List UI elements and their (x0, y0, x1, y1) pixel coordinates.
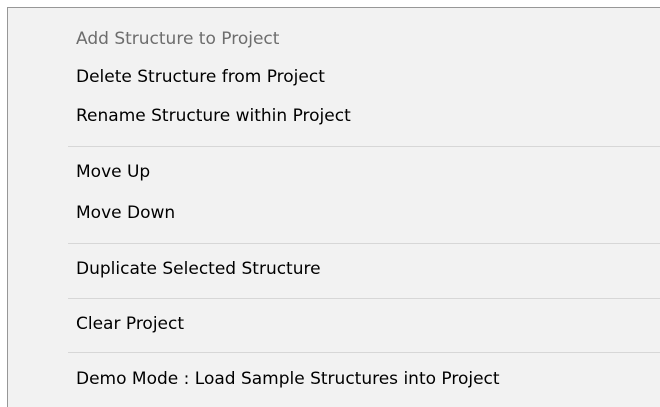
menu-item-clear-project[interactable]: Clear Project (76, 308, 184, 340)
menu-separator (68, 298, 660, 299)
menu-separator (68, 352, 660, 353)
menu-item-move-up[interactable]: Move Up (76, 156, 150, 188)
menu-item-delete-structure[interactable]: Delete Structure from Project (76, 61, 325, 93)
menu-item-duplicate-structure[interactable]: Duplicate Selected Structure (76, 253, 321, 285)
menu-separator (68, 146, 660, 147)
context-menu: Add Structure to Project Delete Structur… (7, 7, 660, 407)
menu-item-demo-mode[interactable]: Demo Mode : Load Sample Structures into … (76, 363, 500, 395)
menu-item-add-structure: Add Structure to Project (76, 29, 280, 49)
menu-separator (68, 243, 660, 244)
menu-item-move-down[interactable]: Move Down (76, 197, 175, 229)
menu-item-rename-structure[interactable]: Rename Structure within Project (76, 100, 351, 132)
